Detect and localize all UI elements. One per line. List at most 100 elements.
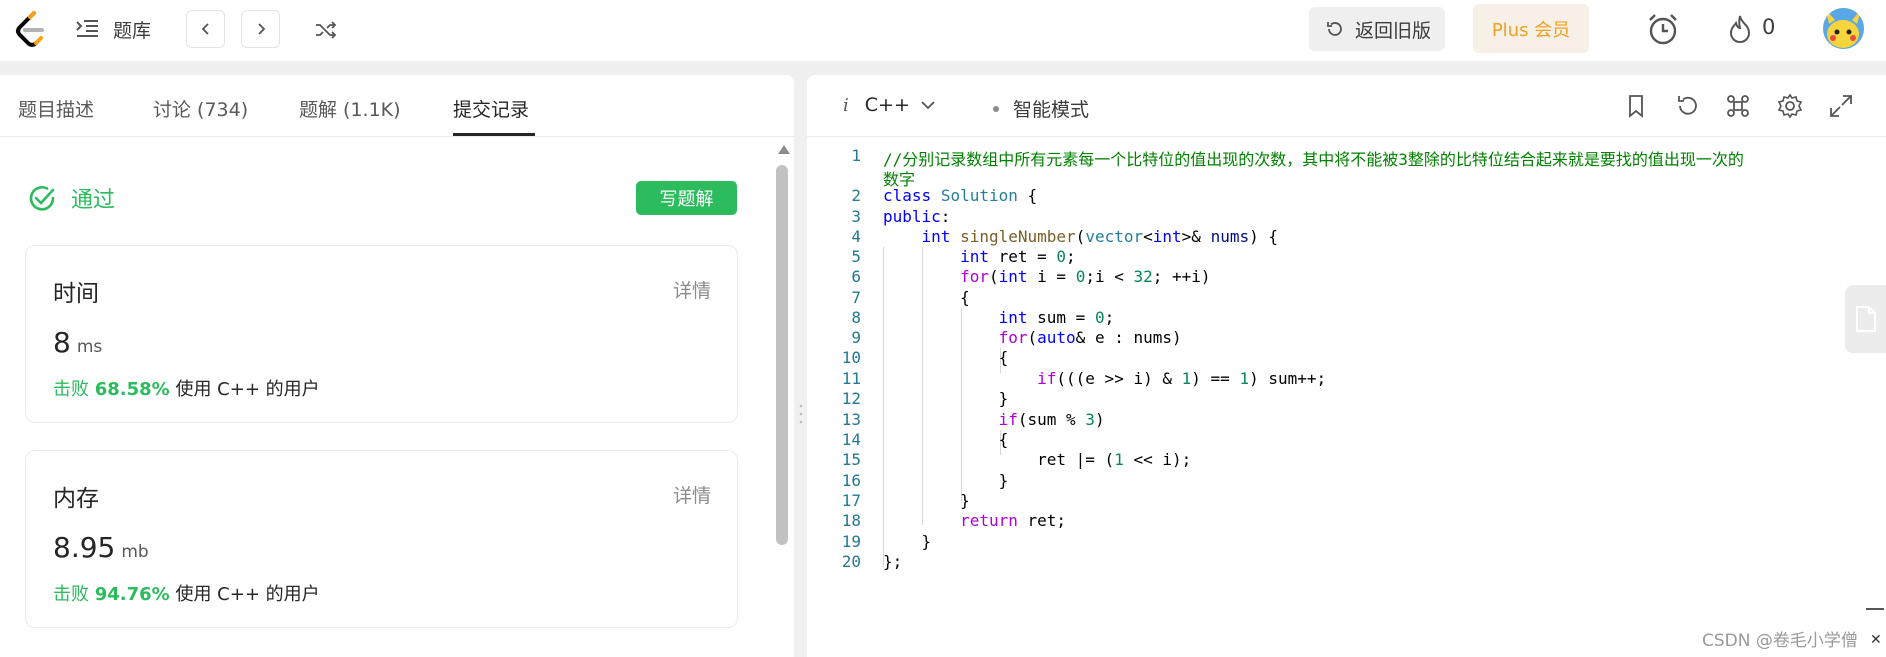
runtime-beat: 击败 68.58% 使用 C++ 的用户	[53, 375, 320, 401]
code-line: 13 if(sum % 3)	[807, 410, 1877, 431]
code-line: 6 for(int i = 0;i < 32; ++i)	[807, 267, 1877, 288]
code-text: }	[883, 389, 1009, 408]
code-text: public:	[883, 207, 951, 226]
code-text: {	[883, 348, 1009, 367]
code-line: 20 };	[807, 552, 1877, 573]
memory-value: 8.95 mb	[53, 531, 149, 564]
memory-beat-suffix: 使用 C++ 的用户	[175, 584, 320, 605]
plus-label: Plus 会员	[1491, 19, 1571, 41]
code-line: 3 public:	[807, 207, 1877, 228]
line-number: 17	[841, 491, 861, 510]
chevron-left-icon	[201, 23, 209, 35]
runtime-number: 8	[53, 326, 71, 359]
code-text: if(sum % 3)	[998, 410, 1105, 429]
problem-bank-link[interactable]: 题库	[113, 16, 151, 43]
line-number: 16	[841, 471, 861, 490]
next-problem-button[interactable]	[241, 10, 280, 48]
revert-icon	[1327, 22, 1342, 36]
reset-code-icon[interactable]	[1674, 93, 1700, 119]
code-line: 2 class Solution {	[807, 186, 1877, 207]
revert-label: 返回旧版	[1355, 19, 1432, 42]
code-line: 5 int ret = 0;	[807, 247, 1877, 268]
problem-list-icon[interactable]	[75, 17, 99, 41]
tab-description[interactable]: 题目描述	[18, 95, 94, 122]
language-selector[interactable]: i C++	[843, 94, 936, 116]
notes-side-tab[interactable]	[1845, 285, 1886, 353]
left-scrollbar-thumb[interactable]	[776, 165, 788, 545]
info-icon: i	[843, 94, 849, 116]
code-line: 17 }	[807, 491, 1877, 512]
revert-old-version-button[interactable]: 返回旧版	[1309, 7, 1445, 51]
tab-submissions[interactable]: 提交记录	[453, 95, 529, 122]
code-text: for(int i = 0;i < 32; ++i)	[960, 267, 1211, 286]
tab-solutions[interactable]: 题解 (1.1K)	[299, 95, 401, 122]
panel-resize-handle[interactable]	[799, 403, 803, 425]
memory-title: 内存	[53, 486, 99, 512]
code-text: int singleNumber(vector<int>& nums) {	[921, 227, 1278, 246]
line-number: 6	[851, 267, 861, 286]
line-number: 9	[851, 328, 861, 347]
code-line: 8 int sum = 0;	[807, 308, 1877, 329]
chevron-down-icon	[921, 101, 935, 110]
memory-beat-percent: 94.76%	[94, 584, 170, 605]
prev-problem-button[interactable]	[186, 10, 225, 48]
top-navigation-bar: 题库 返回旧版 Plus 会员 0	[0, 0, 1886, 61]
language-label: C++	[864, 94, 910, 116]
code-text: {	[883, 288, 970, 307]
line-number: 5	[851, 247, 861, 266]
code-text: if(((e >> i) & 1) == 1) sum++;	[1037, 369, 1327, 388]
close-icon[interactable]: ✕	[1870, 632, 1882, 648]
line-number: 4	[851, 227, 861, 246]
code-line: 9 for(auto& e : nums)	[807, 328, 1877, 349]
overview-ruler-mark	[1866, 608, 1884, 610]
tab-discussion[interactable]: 讨论 (734)	[153, 95, 248, 122]
bookmark-icon[interactable]	[1623, 93, 1649, 119]
mode-label: 智能模式	[1013, 99, 1090, 121]
runtime-beat-suffix: 使用 C++ 的用户	[175, 379, 320, 400]
csdn-watermark: CSDN @卷毛小学僧	[1702, 631, 1858, 651]
scroll-up-arrow-icon[interactable]	[778, 145, 790, 154]
line-number: 15	[841, 450, 861, 469]
line-number: 10	[841, 348, 861, 367]
alarm-clock-icon[interactable]	[1645, 11, 1681, 47]
code-line: 15 ret |= (1 << i);	[807, 450, 1877, 471]
command-shortcut-icon[interactable]	[1725, 93, 1751, 119]
document-icon	[1855, 306, 1876, 332]
runtime-detail-link[interactable]: 详情	[673, 276, 711, 303]
runtime-card: 时间 详情 8 ms 击败 68.58% 使用 C++ 的用户	[25, 245, 738, 423]
memory-beat-prefix: 击败	[53, 584, 89, 605]
line-number: 1	[851, 146, 861, 165]
leetcode-logo-icon[interactable]	[14, 10, 48, 48]
streak-fire-icon[interactable]	[1727, 14, 1753, 44]
memory-number: 8.95	[53, 531, 116, 564]
fullscreen-icon[interactable]	[1828, 93, 1854, 119]
shuffle-icon[interactable]	[314, 18, 338, 42]
code-line: 7 {	[807, 288, 1877, 309]
code-area[interactable]: 1 //分别记录数组中所有元素每一个比特位的值出现的次数，其中将不能被3整除的比…	[807, 146, 1877, 657]
chevron-right-icon	[257, 23, 265, 35]
code-text: int sum = 0;	[998, 308, 1115, 327]
runtime-beat-prefix: 击败	[53, 379, 89, 400]
memory-unit: mb	[121, 542, 149, 562]
smart-mode-toggle[interactable]: 智能模式	[993, 95, 1089, 122]
settings-gear-icon[interactable]	[1777, 93, 1803, 119]
code-line: 11 if(((e >> i) & 1) == 1) sum++;	[807, 369, 1877, 390]
line-number: 12	[841, 389, 861, 408]
check-circle-icon	[29, 186, 55, 211]
code-text: };	[883, 552, 903, 571]
code-line: 12 }	[807, 389, 1877, 410]
line-number: 7	[851, 288, 861, 307]
streak-count: 0	[1762, 15, 1776, 39]
line-number: 19	[841, 532, 861, 551]
line-number: 11	[841, 369, 861, 388]
memory-detail-link[interactable]: 详情	[673, 481, 711, 508]
status-text: 通过	[71, 188, 116, 213]
code-editor-panel: i C++ 智能模式 1 //分别记录数组中所有元素每一个比特位的值出现的次数，…	[807, 75, 1886, 657]
runtime-title: 时间	[53, 281, 99, 307]
user-avatar[interactable]	[1823, 8, 1864, 49]
plus-membership-button[interactable]: Plus 会员	[1473, 4, 1589, 53]
runtime-beat-percent: 68.58%	[94, 379, 170, 400]
line-number: 3	[851, 207, 861, 226]
write-solution-button[interactable]: 写题解	[636, 181, 737, 215]
code-line: 14 {	[807, 430, 1877, 451]
